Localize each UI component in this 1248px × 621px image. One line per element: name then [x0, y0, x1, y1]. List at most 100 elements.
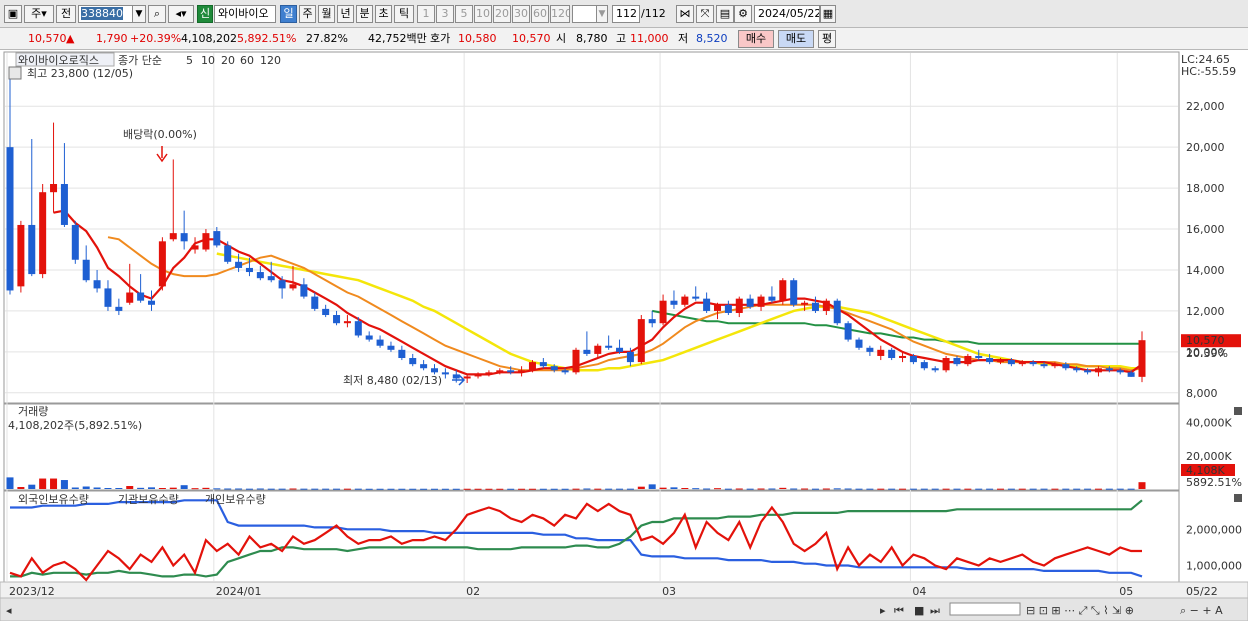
tab-month[interactable]: 월 [318, 5, 335, 23]
date-input[interactable]: 2024/05/22 [754, 5, 820, 23]
x-axis-label: 2023/12 [9, 585, 55, 598]
market-select[interactable]: 주▾ [24, 5, 54, 23]
ma60-legend: 60 [240, 54, 254, 67]
code-dropdown-icon[interactable]: ▼ [132, 5, 146, 23]
count-input[interactable]: 112 [612, 5, 640, 23]
volume-bar [452, 488, 460, 490]
interval-30[interactable]: 30 [512, 5, 530, 23]
interval-20[interactable]: 20 [493, 5, 511, 23]
gear-icon[interactable]: ⚙ [734, 5, 752, 23]
volume-panel-close-icon[interactable] [1234, 407, 1242, 415]
x-axis-last-label: 05/22 [1186, 585, 1218, 598]
play-icon[interactable]: ⏭ [930, 604, 940, 617]
candle-body [953, 358, 961, 365]
quote-spacer [4, 31, 12, 47]
individual-legend: 개인보유수량 [205, 493, 266, 506]
calendar-icon[interactable]: ▦ [820, 5, 836, 23]
volume-bar [681, 488, 689, 490]
candle-body [583, 349, 591, 354]
zoom-icons[interactable]: ⌕ − + A [1180, 604, 1223, 617]
volume-bar [430, 488, 439, 490]
volume-bar [137, 487, 145, 489]
candle-body [430, 368, 439, 373]
candle-body [779, 280, 787, 301]
candle-body [1073, 368, 1081, 371]
volume-bar [605, 488, 613, 490]
volume-bar [757, 488, 765, 490]
volume-bar [670, 487, 678, 489]
volume-bar [692, 488, 700, 490]
candle-body [191, 245, 199, 250]
tab-year[interactable]: 년 [337, 5, 354, 23]
interval-dropdown-icon[interactable]: ▼ [596, 5, 608, 23]
link-icon[interactable]: ⋈ [676, 5, 694, 23]
chart-area[interactable]: LC:24.65 HC:-55.59 22,000 20,000 18,000 16,… [0, 50, 1248, 621]
interval-60[interactable]: 60 [531, 5, 549, 23]
volume-bar [768, 488, 776, 490]
volume-bar [942, 488, 950, 490]
stop-icon[interactable]: ■ [914, 604, 924, 617]
volume-bar [278, 488, 286, 490]
candle-body [245, 267, 253, 273]
sell-button[interactable]: 매도 [778, 30, 814, 48]
scroll-right-icon[interactable]: ▸ [880, 604, 886, 617]
candle-body [115, 306, 123, 311]
scroll-left-icon[interactable]: ◂ [6, 604, 12, 617]
candle-body [60, 184, 68, 225]
volume-bar [158, 488, 166, 490]
candle-body [1138, 340, 1146, 377]
tab-second[interactable]: 초 [375, 5, 392, 23]
tab-minute[interactable]: 분 [356, 5, 373, 23]
candle-body [235, 261, 243, 268]
dividend-label: 배당락(0.00%) [123, 128, 197, 141]
stock-name-field[interactable]: 와이바이오 [214, 5, 276, 23]
volume-bar [975, 488, 983, 490]
speaker-icon[interactable]: ◂▾ [168, 5, 194, 23]
candle-body [343, 321, 351, 324]
volume-bar [594, 488, 602, 490]
stock-legend-name: 와이바이오로직스 [18, 54, 99, 67]
window-menu-icon[interactable]: ▣ [4, 5, 22, 23]
save-icon[interactable]: ▤ [716, 5, 734, 23]
crosshair-icon[interactable]: ⤧ [696, 5, 714, 23]
tab-week[interactable]: 주 [299, 5, 316, 23]
interval-10[interactable]: 10 [474, 5, 492, 23]
search-icon[interactable]: ⌕ [148, 5, 166, 23]
interval-120[interactable]: 120 [550, 5, 570, 23]
volume-bar [855, 488, 863, 490]
candle-body [311, 296, 319, 309]
interval-3[interactable]: 3 [436, 5, 454, 23]
volume-bar [909, 488, 917, 490]
holdings-tick-label: 1,000,000 [1186, 560, 1242, 573]
volume-bar [746, 488, 754, 490]
open-price: 8,780 [576, 32, 608, 45]
prev-button[interactable]: 전 [56, 5, 76, 23]
credit-badge[interactable]: 신 [197, 5, 213, 23]
candle-body [899, 355, 907, 359]
price-tick-label: 12,000 [1186, 305, 1225, 318]
x-axis-label: 02 [466, 585, 480, 598]
holdings-panel-close-icon[interactable] [1234, 494, 1242, 502]
volume-bar [572, 488, 580, 490]
rewind-icon[interactable]: ⏮ [894, 604, 904, 617]
buy-button[interactable]: 매수 [738, 30, 774, 48]
candle-body [594, 345, 602, 354]
volume-bar [496, 488, 504, 490]
eval-button[interactable]: 평 [818, 30, 836, 48]
zoom-slider[interactable] [949, 602, 1021, 616]
volume-bar [877, 488, 885, 490]
calendar-small-icon[interactable] [8, 66, 22, 80]
interval-5[interactable]: 5 [455, 5, 473, 23]
candle-body [942, 358, 950, 371]
interval-1[interactable]: 1 [417, 5, 435, 23]
tab-tick[interactable]: 틱 [394, 5, 414, 23]
candle-body [28, 224, 36, 275]
candle-body [104, 288, 112, 307]
candle-body [746, 298, 754, 307]
toolbar-tools-icon[interactable]: ⊟ ⊡ ⊞ ⋯ ⤢ ⤡ ⌇ ⇲ ⊕ [1026, 604, 1134, 617]
candle-body [300, 284, 308, 297]
tab-day[interactable]: 일 [280, 5, 297, 23]
volume-bar [1084, 488, 1092, 490]
x-axis-label: 04 [912, 585, 926, 598]
stock-chart[interactable]: LC:24.65 HC:-55.59 22,00020,00018,00016,… [0, 50, 1248, 621]
